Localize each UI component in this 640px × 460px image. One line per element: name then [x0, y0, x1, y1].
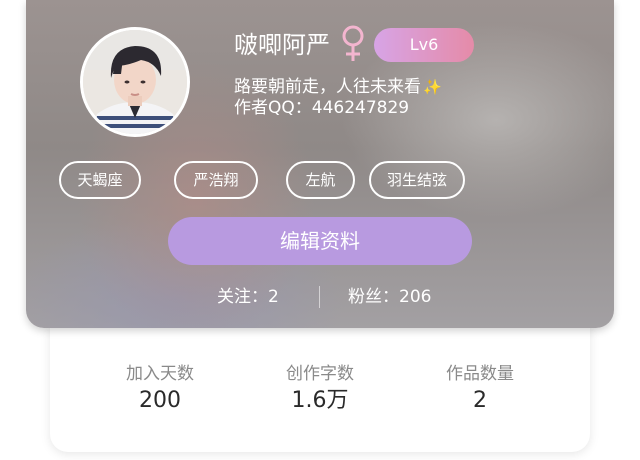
level-badge: Lv6 — [374, 28, 474, 62]
edit-profile-button[interactable]: 编辑资料 — [168, 217, 472, 265]
stat-value: 200 — [139, 388, 181, 413]
bio-text: 路要朝前走，人往未来看 — [234, 77, 421, 97]
stat-label: 作品数量 — [446, 364, 514, 384]
profile-card: 啵唧阿严 Lv6 路要朝前走，人往未来看 ✨ 作者QQ：446247829 天蝎座… — [26, 0, 614, 328]
tag-chip[interactable]: 左航 — [286, 161, 355, 199]
profile-page: 加入天数 200 创作字数 1.6万 作品数量 2 啵唧阿严 Lv6 路要朝前走… — [0, 0, 640, 460]
avatar[interactable] — [80, 27, 190, 137]
author-qq: 作者QQ：446247829 — [234, 98, 410, 118]
profile-bio: 路要朝前走，人往未来看 ✨ — [234, 76, 442, 98]
tag-chip[interactable]: 严浩翔 — [174, 161, 258, 199]
female-symbol-icon — [339, 24, 367, 68]
avatar-image — [83, 30, 187, 134]
follow-divider — [319, 286, 320, 308]
stat-label: 加入天数 — [126, 364, 194, 384]
stats-row: 加入天数 200 创作字数 1.6万 作品数量 2 — [50, 362, 590, 416]
stat-value: 1.6万 — [291, 388, 349, 413]
stat-value: 2 — [473, 388, 487, 413]
stat-label: 创作字数 — [286, 364, 354, 384]
sparkle-icon: ✨ — [423, 78, 442, 96]
stat-works-count[interactable]: 作品数量 2 — [410, 362, 550, 416]
following-count[interactable]: 关注：2 — [217, 284, 279, 310]
stat-word-count[interactable]: 创作字数 1.6万 — [250, 362, 390, 416]
tag-chip[interactable]: 羽生结弦 — [369, 161, 465, 199]
tag-chip[interactable]: 天蝎座 — [59, 161, 141, 199]
follow-stats: 关注：2 粉丝：206 — [26, 282, 614, 312]
followers-count[interactable]: 粉丝：206 — [348, 284, 431, 310]
username: 啵唧阿严 — [234, 31, 330, 59]
stat-join-days[interactable]: 加入天数 200 — [90, 362, 230, 416]
